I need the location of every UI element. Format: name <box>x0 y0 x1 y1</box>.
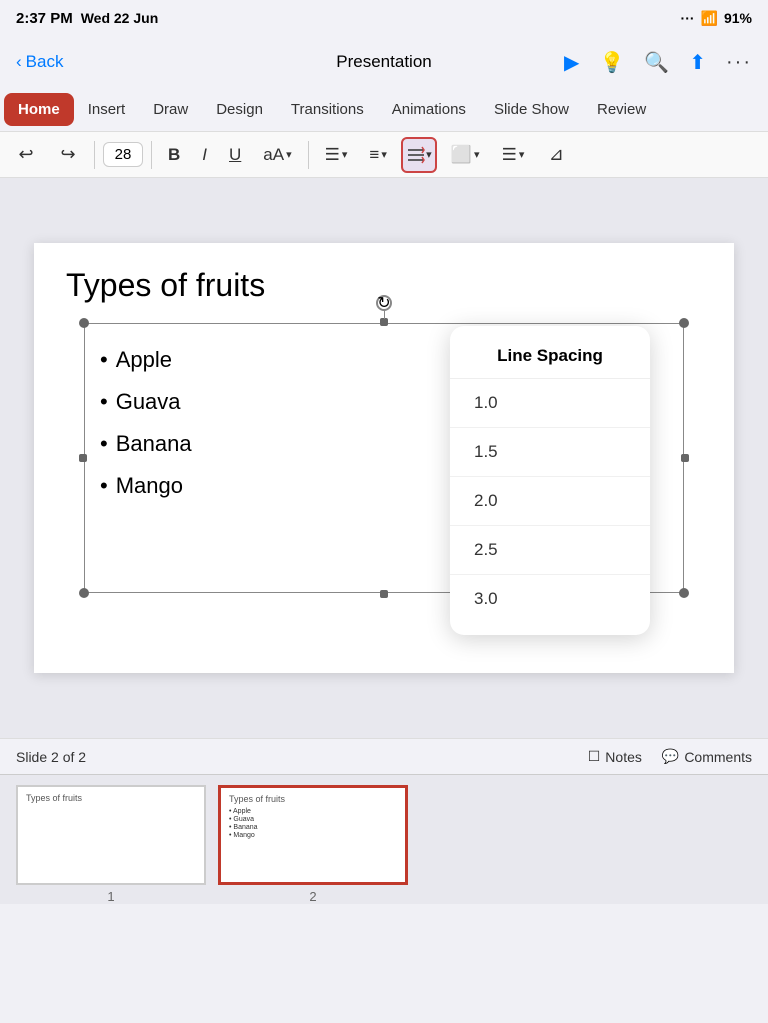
thumb-number-1: 1 <box>107 889 114 904</box>
line-spacing-dropdown: Line Spacing 1.0 1.5 2.0 2.5 3.0 <box>450 326 650 635</box>
alignment-button[interactable]: ⬜ ▾ <box>443 138 488 172</box>
status-bar: 2:37 PM Wed 22 Jun ··· 📶 91% <box>0 0 768 36</box>
rotate-handle[interactable]: ↻ <box>376 295 392 311</box>
thumb-bullet-2: • Guava <box>229 816 397 823</box>
toolbar-divider-1 <box>94 141 95 169</box>
more-icon: ··· <box>681 10 695 26</box>
title-bar: ‹ Back Presentation ▶ 💡 🔍 ⬆ ··· <box>0 36 768 88</box>
font-size-adjust-button[interactable]: aA ▾ <box>255 138 299 172</box>
tab-animations[interactable]: Animations <box>378 93 480 126</box>
thumbnail-1[interactable]: Types of fruits <box>16 785 206 885</box>
battery-icon: 91% <box>724 10 752 26</box>
back-label: Back <box>26 52 64 72</box>
line-spacing-3-0[interactable]: 3.0 <box>450 575 650 623</box>
handle-bottom-left[interactable] <box>79 588 89 598</box>
play-button[interactable]: ▶ <box>564 50 579 75</box>
back-button[interactable]: ‹ Back <box>16 52 63 72</box>
status-time: 2:37 PM <box>16 10 73 27</box>
bottom-actions: ☐ Notes 💬 Comments <box>588 748 752 765</box>
handle-mid-right[interactable] <box>681 454 689 462</box>
comments-button[interactable]: 💬 Comments <box>662 748 752 765</box>
wifi-icon: 📶 <box>701 10 718 27</box>
tab-transitions[interactable]: Transitions <box>277 93 378 126</box>
handle-bottom-mid[interactable] <box>380 590 388 598</box>
bullet-list-button[interactable]: ☰ ▾ <box>317 138 356 172</box>
thumb-bullet-1: • Apple <box>229 808 397 815</box>
tab-draw[interactable]: Draw <box>139 93 202 126</box>
thumb-container-2: Types of fruits • Apple • Guava • Banana… <box>218 785 408 904</box>
line-spacing-title: Line Spacing <box>450 338 650 379</box>
thumbnail-2[interactable]: Types of fruits • Apple • Guava • Banana… <box>218 785 408 885</box>
paragraph-spacing-button[interactable]: ▾ <box>401 137 437 173</box>
main-slide-area: Types of fruits ↻ Apple Guava Banana Man… <box>0 178 768 738</box>
tab-home[interactable]: Home <box>4 93 74 126</box>
tab-review[interactable]: Review <box>583 93 660 126</box>
chevron-left-icon: ‹ <box>16 52 22 72</box>
line-spacing-1-5[interactable]: 1.5 <box>450 428 650 477</box>
toolbar-divider-2 <box>151 141 152 169</box>
tab-insert[interactable]: Insert <box>74 93 140 126</box>
redo-button[interactable]: ↪ <box>50 137 86 173</box>
share-icon[interactable]: ⬆ <box>689 50 706 75</box>
line-spacing-button[interactable]: ≡ ▾ <box>361 138 394 172</box>
tab-slideshow[interactable]: Slide Show <box>480 93 583 126</box>
search-icon[interactable]: 🔍 <box>644 50 669 75</box>
notes-button[interactable]: ☐ Notes <box>588 748 642 765</box>
thumb-bullet-4: • Mango <box>229 832 397 839</box>
handle-top-mid[interactable] <box>380 318 388 326</box>
handle-mid-left[interactable] <box>79 454 87 462</box>
thumb-number-2: 2 <box>309 889 316 904</box>
title-actions: ▶ 💡 🔍 ⬆ ··· <box>564 50 752 75</box>
presentation-title: Presentation <box>336 52 431 72</box>
thumb-title-2: Types of fruits <box>229 794 397 804</box>
bottom-status-bar: Slide 2 of 2 ☐ Notes 💬 Comments <box>0 738 768 774</box>
handle-top-left[interactable] <box>79 318 89 328</box>
slide-counter: Slide 2 of 2 <box>16 749 86 765</box>
more-options-button[interactable]: ··· <box>726 51 752 74</box>
toolbar: ↩ ↪ 28 B I U aA ▾ ☰ ▾ ≡ ▾ ▾ ⬜ ▾ ☰ ▾ ⊿ <box>0 132 768 178</box>
indent-button[interactable]: ☰ ▾ <box>494 138 533 172</box>
notes-icon: ☐ <box>588 748 601 765</box>
bold-button[interactable]: B <box>160 138 188 172</box>
comments-icon: 💬 <box>662 748 679 765</box>
status-date: Wed 22 Jun <box>81 10 159 26</box>
italic-button[interactable]: I <box>194 138 215 172</box>
extra-tool-button[interactable]: ⊿ <box>538 137 574 173</box>
tab-design[interactable]: Design <box>202 93 277 126</box>
thumb-title-1: Types of fruits <box>26 793 196 803</box>
toolbar-divider-3 <box>308 141 309 169</box>
thumb-bullet-3: • Banana <box>229 824 397 831</box>
handle-bottom-right[interactable] <box>679 588 689 598</box>
lightbulb-icon[interactable]: 💡 <box>599 50 624 75</box>
status-icons: ··· 📶 91% <box>681 10 752 27</box>
tabs-bar: Home Insert Draw Design Transitions Anim… <box>0 88 768 132</box>
thumb-container-1: Types of fruits 1 <box>16 785 206 904</box>
line-spacing-2-5[interactable]: 2.5 <box>450 526 650 575</box>
line-spacing-1-0[interactable]: 1.0 <box>450 379 650 428</box>
thumbnail-strip: Types of fruits 1 Types of fruits • Appl… <box>0 774 768 904</box>
undo-button[interactable]: ↩ <box>8 137 44 173</box>
handle-top-right[interactable] <box>679 318 689 328</box>
underline-button[interactable]: U <box>221 138 249 172</box>
font-size-input[interactable]: 28 <box>103 142 143 167</box>
line-spacing-2-0[interactable]: 2.0 <box>450 477 650 526</box>
